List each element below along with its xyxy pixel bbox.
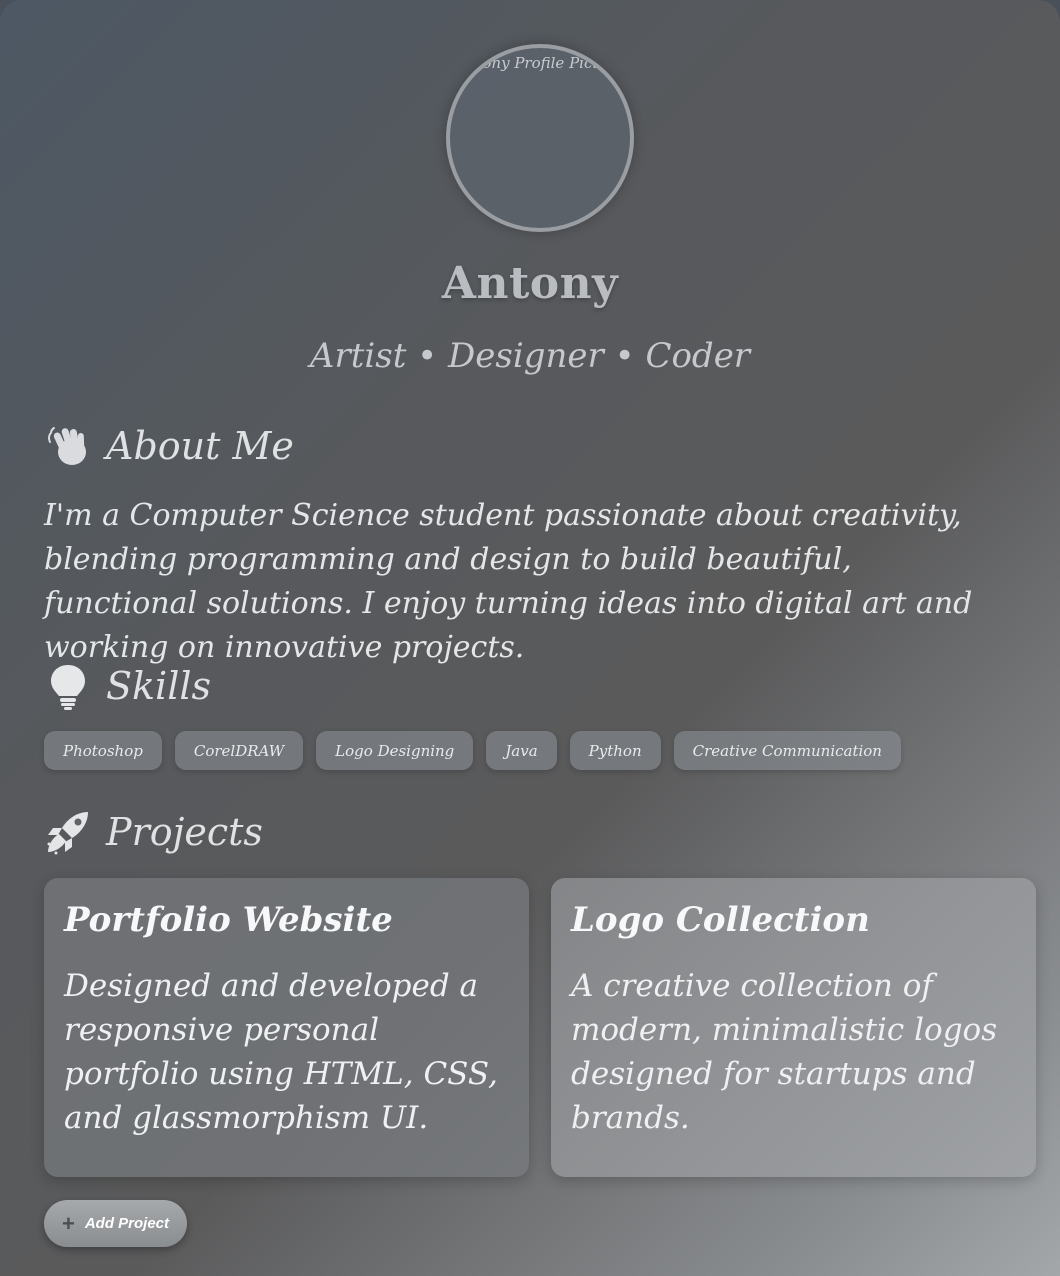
- add-project-label: Add Project: [84, 1215, 170, 1232]
- profile-name: Antony: [441, 258, 619, 309]
- skill-chip: Creative Communication: [673, 731, 901, 770]
- light-bulb-icon: [44, 662, 92, 710]
- about-title: About Me: [106, 424, 294, 468]
- avatar-alt-text: Antony Profile Picture: [455, 54, 625, 72]
- skill-chip: Python: [569, 731, 661, 770]
- projects-title: Projects: [106, 810, 263, 854]
- project-description: A creative collection of modern, minimal…: [571, 968, 998, 1136]
- add-project-button[interactable]: + Add Project: [44, 1200, 187, 1247]
- project-card[interactable]: Portfolio Website Designed and developed…: [44, 878, 529, 1177]
- plus-icon: +: [61, 1210, 75, 1236]
- project-description: Designed and developed a responsive pers…: [64, 968, 498, 1136]
- skill-chip: Photoshop: [44, 731, 162, 770]
- skills-heading: Skills: [44, 662, 211, 710]
- about-heading: About Me: [44, 422, 294, 470]
- rocket-icon: [44, 808, 92, 856]
- skills-list: Photoshop CorelDRAW Logo Designing Java …: [44, 731, 901, 770]
- about-text: I'm a Computer Science student passionat…: [44, 498, 973, 665]
- profile-page: Antony Profile Picture Antony Artist • D…: [0, 0, 1060, 1276]
- skill-chip: Logo Designing: [316, 731, 474, 770]
- skill-chip: Java: [486, 731, 557, 770]
- projects-heading: Projects: [44, 808, 263, 856]
- waving-hand-icon: [44, 422, 92, 470]
- skill-chip: CorelDRAW: [174, 731, 304, 770]
- project-card[interactable]: Logo Collection A creative collection of…: [551, 878, 1036, 1177]
- avatar: Antony Profile Picture: [446, 44, 634, 232]
- profile-tagline: Artist • Designer • Coder: [309, 336, 751, 376]
- skills-title: Skills: [106, 664, 212, 708]
- project-title: Portfolio Website: [64, 900, 393, 940]
- project-title: Logo Collection: [571, 900, 870, 940]
